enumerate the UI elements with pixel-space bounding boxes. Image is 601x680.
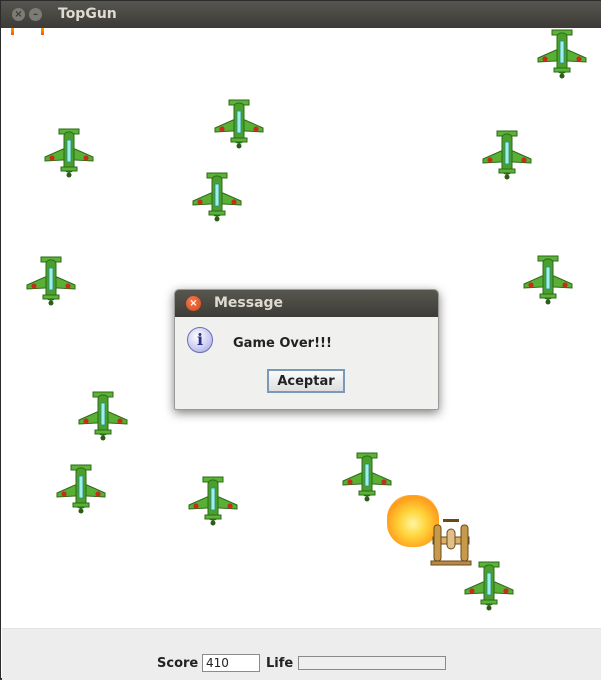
bullet xyxy=(11,28,14,35)
enemy-plane xyxy=(341,451,393,503)
dialog-title: Message xyxy=(214,295,284,311)
accept-button[interactable]: Aceptar xyxy=(267,369,345,393)
enemy-plane xyxy=(77,390,129,442)
close-window-icon[interactable]: × xyxy=(12,8,25,21)
info-icon: i xyxy=(187,327,213,353)
game-window: × – TopGun Score 410 Life × Message i Ga… xyxy=(0,0,601,680)
enemy-plane xyxy=(187,475,239,527)
enemy-plane xyxy=(213,98,265,150)
enemy-plane xyxy=(481,129,533,181)
player-plane xyxy=(429,517,473,571)
window-title: TopGun xyxy=(58,6,117,22)
dialog-title-bar: × Message xyxy=(175,290,438,317)
enemy-plane xyxy=(522,254,574,306)
enemy-plane xyxy=(25,255,77,307)
status-bar: Score 410 Life xyxy=(2,628,601,680)
minimize-window-icon[interactable]: – xyxy=(29,8,42,21)
score-field: 410 xyxy=(202,654,260,672)
dialog-message: Game Over!!! xyxy=(233,336,332,351)
life-label: Life xyxy=(266,656,294,671)
life-progress-bar xyxy=(298,656,446,670)
enemy-plane xyxy=(43,127,95,179)
dialog-close-icon[interactable]: × xyxy=(186,296,201,311)
enemy-plane xyxy=(536,28,588,80)
score-label: Score xyxy=(157,656,199,671)
title-bar: × – TopGun xyxy=(1,1,601,28)
enemy-plane xyxy=(191,171,243,223)
bullet xyxy=(41,28,44,35)
enemy-plane xyxy=(55,463,107,515)
message-dialog: × Message i Game Over!!! Aceptar xyxy=(174,289,439,410)
